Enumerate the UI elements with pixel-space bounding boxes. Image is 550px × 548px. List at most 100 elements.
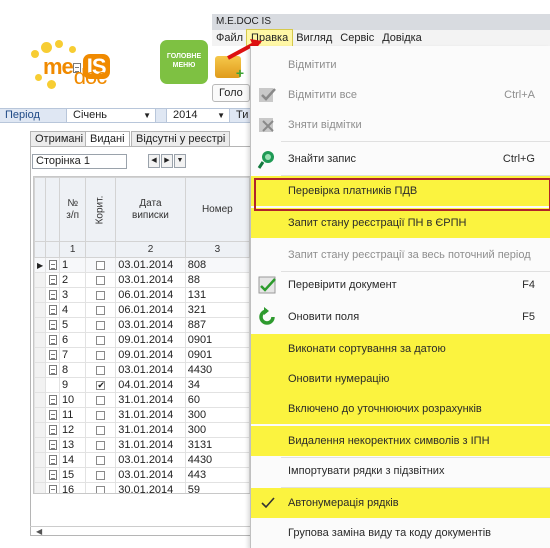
document-icon	[48, 470, 57, 481]
correction-checkbox[interactable]	[96, 425, 106, 435]
table-row[interactable]: 12 31.01.2014 300	[34, 422, 250, 438]
col-correction-header[interactable]: Корит.	[85, 177, 117, 242]
correction-checkbox[interactable]	[96, 290, 106, 300]
document-icon	[48, 365, 57, 376]
table-row[interactable]: 13 31.01.2014 3131	[34, 437, 250, 453]
prev-page-icon[interactable]: ◀	[148, 154, 160, 168]
menu-item-period-status-request[interactable]: Запит стану реєстрації за весь поточний …	[251, 240, 550, 270]
row-number: 1	[58, 257, 87, 273]
period-filter: Період Січень ▼ 2014 ▼ Ти	[0, 108, 250, 123]
menu-item-sort-by-date[interactable]: Виконати сортування за датою	[251, 334, 550, 364]
menu-service[interactable]: Сервіс	[336, 30, 378, 46]
menu-item-label: Групова заміна виду та коду документів	[288, 527, 491, 539]
menu-item-remove-invalid-chars[interactable]: Видалення некоректних символів з ІПН	[251, 426, 550, 456]
correction-checkbox[interactable]	[96, 305, 106, 315]
document-icon	[48, 425, 57, 436]
row-indicator	[34, 332, 47, 348]
col-number-header[interactable]: № з/п	[58, 177, 87, 242]
menu-item-mark-all[interactable]: Відмітити все Ctrl+A	[251, 80, 550, 110]
next-page-icon[interactable]: ▶	[161, 154, 173, 168]
table-row[interactable]: 9 ✔ 04.01.2014 34	[34, 377, 250, 393]
menu-item-find-record[interactable]: Знайти запис Ctrl+G	[251, 144, 550, 174]
correction-checkbox[interactable]	[96, 260, 106, 270]
table-row[interactable]: 6 09.01.2014 0901	[34, 332, 250, 348]
menu-item-label: Включено до уточнюючих розрахунків	[288, 403, 482, 415]
chevron-down-icon[interactable]: ▼	[174, 154, 186, 168]
correction-checkbox[interactable]	[96, 440, 106, 450]
correction-checkbox[interactable]	[96, 275, 106, 285]
table-row[interactable]: 7 09.01.2014 0901	[34, 347, 250, 363]
table-row[interactable]: 11 31.01.2014 300	[34, 407, 250, 423]
menu-item-renumber[interactable]: Оновити нумерацію	[251, 364, 550, 394]
correction-checkbox[interactable]	[96, 395, 106, 405]
row-number: 14	[58, 452, 87, 468]
row-date: 06.01.2014	[115, 302, 186, 318]
correction-checkbox[interactable]	[96, 365, 106, 375]
table-row[interactable]: 2 03.01.2014 88	[34, 272, 250, 288]
correction-checkbox[interactable]: ✔	[96, 380, 106, 390]
menu-item-include-clarifying[interactable]: Включено до уточнюючих розрахунків	[251, 394, 550, 424]
row-number: 11	[58, 407, 87, 423]
correction-checkbox[interactable]	[96, 335, 106, 345]
medoc-logo: medocIS	[31, 40, 155, 94]
table-row[interactable]: 14 03.01.2014 4430	[34, 452, 250, 468]
row-number: 7	[58, 347, 87, 363]
document-icon	[48, 455, 57, 466]
main-menu-button[interactable]: ГОЛОВНЕ МЕНЮ	[160, 40, 208, 84]
correction-checkbox[interactable]	[96, 320, 106, 330]
table-row[interactable]: ▶ 1 03.01.2014 808	[34, 257, 250, 273]
main-tab-button[interactable]: Голо	[212, 84, 250, 102]
menu-item-check-document[interactable]: Перевірити документ F4	[251, 270, 550, 300]
row-indicator	[34, 287, 47, 303]
row-docnum: 443	[184, 467, 250, 483]
col-date-header[interactable]: Дата виписки	[115, 177, 186, 242]
menu-item-group-replace-doc-type[interactable]: Групова заміна виду та коду документів	[251, 518, 550, 548]
document-tabs: Отримані Видані Відсутні у реєстрі	[30, 131, 252, 147]
table-row[interactable]: 16 30.01.2014 59	[34, 482, 250, 493]
menu-item-import-rows[interactable]: Імпортувати рядки з підзвітних	[251, 456, 550, 486]
row-date: 09.01.2014	[115, 347, 186, 363]
check-document-icon	[257, 275, 279, 295]
row-date: 31.01.2014	[115, 422, 186, 438]
table-row[interactable]: 5 03.01.2014 887	[34, 317, 250, 333]
correction-checkbox[interactable]	[96, 455, 106, 465]
horizontal-scrollbar[interactable]: ◀	[30, 526, 252, 536]
menu-item-label: Виконати сортування за датою	[288, 343, 446, 355]
row-docnum: 300	[184, 407, 250, 423]
row-date: 03.01.2014	[115, 362, 186, 378]
col-docnum-header[interactable]: Номер	[184, 177, 250, 242]
menu-view[interactable]: Вигляд	[292, 30, 336, 46]
menu-item-mark[interactable]: Відмітити	[251, 50, 550, 80]
menu-item-erpn-status-request[interactable]: Запит стану реєстрації ПН в ЄРПН	[251, 208, 550, 238]
tab-issued[interactable]: Видані	[85, 131, 130, 147]
table-row[interactable]: 8 03.01.2014 4430	[34, 362, 250, 378]
menu-item-auto-numbering[interactable]: Автонумерація рядків	[251, 488, 550, 518]
tab-received[interactable]: Отримані	[30, 131, 89, 147]
menu-item-shortcut: F5	[522, 311, 535, 323]
tab-missing[interactable]: Відсутні у реєстрі	[131, 131, 231, 147]
row-docnum: 60	[184, 392, 250, 408]
table-row[interactable]: 3 06.01.2014 131	[34, 287, 250, 303]
table-row[interactable]: 4 06.01.2014 321	[34, 302, 250, 318]
highlight-frame	[254, 178, 550, 211]
page-selector[interactable]: Сторінка 1	[32, 154, 127, 169]
table-row[interactable]: 15 03.01.2014 443	[34, 467, 250, 483]
correction-checkbox[interactable]	[96, 350, 106, 360]
month-select[interactable]: Січень ▼	[66, 109, 156, 122]
year-select[interactable]: 2014 ▼	[166, 109, 230, 122]
correction-checkbox[interactable]	[96, 470, 106, 480]
menu-item-refresh-fields[interactable]: Оновити поля F5	[251, 302, 550, 332]
row-indicator	[34, 377, 47, 393]
menu-item-unmark-all[interactable]: Зняти відмітки	[251, 110, 550, 140]
correction-checkbox[interactable]	[96, 410, 106, 420]
row-docnum: 4430	[184, 362, 250, 378]
row-date: 03.01.2014	[115, 317, 186, 333]
correction-checkbox[interactable]	[96, 485, 106, 493]
document-icon	[48, 395, 57, 406]
menu-help[interactable]: Довідка	[378, 30, 426, 46]
menu-item-label: Зняти відмітки	[288, 119, 362, 131]
menu-item-label: Запит стану реєстрації ПН в ЄРПН	[288, 217, 467, 229]
table-row[interactable]: 10 31.01.2014 60	[34, 392, 250, 408]
row-docnum: 0901	[184, 347, 250, 363]
row-number: 10	[58, 392, 87, 408]
